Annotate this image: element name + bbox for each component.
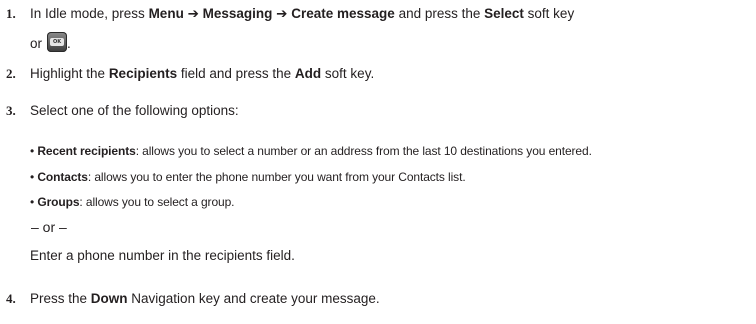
- down-label: Down: [90, 291, 128, 306]
- step-text: In Idle mode, press Menu ➔ Messaging ➔ C…: [30, 6, 575, 21]
- option-label: Groups: [37, 195, 80, 209]
- bullet-icon: •: [30, 170, 35, 184]
- menu-label: Menu: [148, 6, 184, 21]
- option-description: : allows you to select a number or an ad…: [135, 144, 592, 158]
- select-label: Select: [484, 6, 524, 21]
- messaging-label: Messaging: [202, 6, 273, 21]
- or-separator: – or –: [31, 219, 67, 235]
- step-text: Highlight the Recipients field and press…: [30, 66, 375, 81]
- alternative-text: Enter a phone number in the recipients f…: [30, 248, 295, 263]
- step-text: Press the Down Navigation key and create…: [30, 291, 380, 306]
- recipients-label: Recipients: [108, 66, 178, 81]
- list-item: • Recent recipients: allows you to selec…: [30, 144, 592, 159]
- add-label: Add: [294, 66, 322, 81]
- step-number: 3.: [6, 103, 16, 118]
- step-text: Select one of the following options:: [30, 103, 239, 118]
- step-number: 4.: [6, 291, 16, 306]
- create-message-label: Create message: [291, 6, 395, 21]
- option-label: Recent recipients: [37, 144, 136, 158]
- arrow-icon: ➔: [183, 6, 203, 21]
- bullet-icon: •: [30, 144, 35, 158]
- bullet-icon: •: [30, 195, 35, 209]
- step-number: 1.: [6, 6, 16, 21]
- list-item: • Groups: allows you to select a group.: [30, 195, 235, 210]
- arrow-icon: ➔: [272, 6, 292, 21]
- option-description: : allows you to select a group.: [79, 195, 235, 209]
- ok-key-icon: OK: [47, 32, 68, 52]
- instruction-list: 1. In Idle mode, press Menu ➔ Messaging …: [6, 6, 592, 306]
- step-number: 2.: [6, 66, 16, 81]
- option-label: Contacts: [37, 170, 88, 184]
- option-description: : allows you to enter the phone number y…: [87, 170, 466, 184]
- list-item: • Contacts: allows you to enter the phon…: [30, 170, 466, 185]
